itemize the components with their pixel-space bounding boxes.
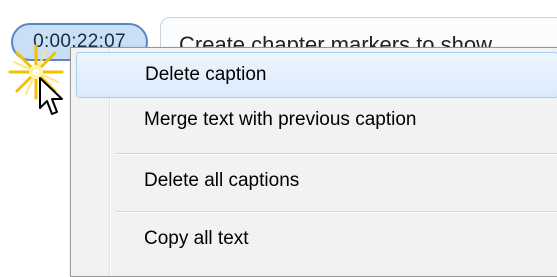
mouse-pointer-icon xyxy=(39,77,63,115)
context-menu: Delete caption Merge text with previous … xyxy=(70,47,557,277)
menu-item-delete-caption[interactable]: Delete caption xyxy=(76,52,557,98)
menu-separator xyxy=(115,153,557,155)
menu-item-delete-all-captions[interactable]: Delete all captions xyxy=(76,159,557,205)
menu-separator xyxy=(115,211,557,213)
menu-item-merge-text[interactable]: Merge text with previous caption xyxy=(76,98,557,144)
menu-item-copy-all-text[interactable]: Copy all text xyxy=(76,217,557,263)
